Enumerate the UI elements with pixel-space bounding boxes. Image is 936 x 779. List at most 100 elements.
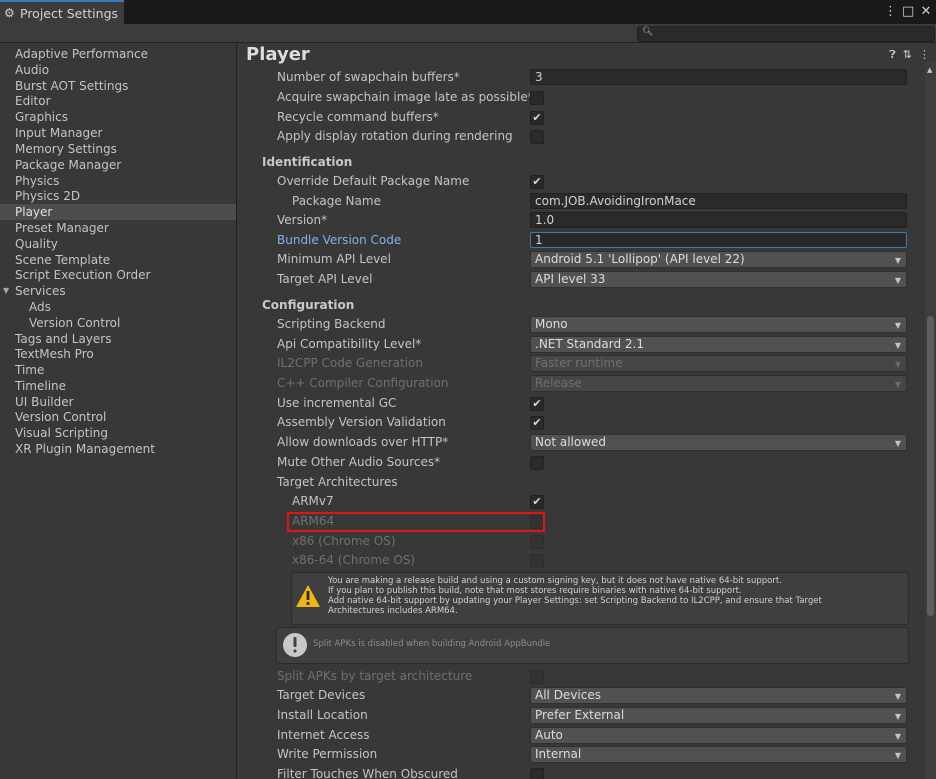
maximize-icon[interactable]: □	[902, 4, 914, 19]
sidebar-item-physics[interactable]: Physics	[0, 173, 236, 189]
row-target-devices: Target Devices All Devices ▼	[237, 686, 917, 706]
target-api-dropdown[interactable]: API level 33 ▼	[530, 271, 907, 288]
row-recycle-buffers: Recycle command buffers* ✔	[237, 108, 917, 128]
internet-access-dropdown[interactable]: Auto ▼	[530, 727, 907, 744]
row-x86: x86 (Chrome OS)	[237, 532, 917, 552]
armv7-checkbox[interactable]: ✔	[530, 495, 544, 509]
sidebar-item-time[interactable]: Time	[0, 362, 236, 378]
sidebar-item-services[interactable]: ▼ Services	[0, 283, 236, 299]
row-x86-64: x86-64 (Chrome OS)	[237, 551, 917, 571]
incremental-gc-checkbox[interactable]: ✔	[530, 397, 544, 411]
row-version: Version* 1.0	[237, 211, 917, 231]
preset-icon[interactable]: ⇅	[903, 48, 912, 62]
scrollbar-thumb[interactable]	[927, 316, 934, 616]
row-acquire-late: Acquire swapchain image late as possible…	[237, 88, 917, 108]
sidebar-item-quality[interactable]: Quality	[0, 236, 236, 252]
x86-64-checkbox	[530, 554, 544, 568]
warning-box: You are making a release build and using…	[291, 572, 909, 625]
info-box: Split APKs is disabled when building And…	[276, 627, 909, 664]
row-assembly-validation: Assembly Version Validation ✔	[237, 413, 917, 433]
sidebar-item-memory-settings[interactable]: Memory Settings	[0, 141, 236, 157]
swapchain-buffers-field[interactable]: 3	[530, 69, 907, 85]
scroll-up-icon[interactable]: ▲	[927, 66, 932, 74]
target-devices-dropdown[interactable]: All Devices ▼	[530, 687, 907, 704]
sidebar-item-services-version-control[interactable]: Version Control	[0, 315, 236, 331]
row-bundle-code: Bundle Version Code 1	[237, 231, 917, 251]
sidebar-item-player[interactable]: Player	[0, 204, 236, 220]
chevron-down-icon: ▼	[894, 341, 901, 350]
chevron-down-icon: ▼	[894, 256, 901, 265]
sidebar-item-xr-plugin-management[interactable]: XR Plugin Management	[0, 441, 236, 457]
row-write-permission: Write Permission Internal ▼	[237, 745, 917, 765]
write-permission-dropdown[interactable]: Internal ▼	[530, 746, 907, 763]
arm64-highlight-box	[287, 512, 545, 532]
warning-icon	[296, 585, 320, 607]
sidebar-item-package-manager[interactable]: Package Manager	[0, 157, 236, 173]
row-display-rotation: Apply display rotation during rendering	[237, 127, 917, 147]
row-package-name: Package Name com.JOB.AvoidingIronMace	[237, 192, 917, 212]
assembly-validation-checkbox[interactable]: ✔	[530, 416, 544, 430]
close-icon[interactable]: ✕	[920, 4, 932, 19]
display-rotation-checkbox[interactable]	[530, 130, 544, 144]
sidebar-item-version-control[interactable]: Version Control	[0, 409, 236, 425]
package-name-field[interactable]: com.JOB.AvoidingIronMace	[530, 193, 907, 209]
sidebar-item-graphics[interactable]: Graphics	[0, 109, 236, 125]
split-apks-checkbox	[530, 670, 544, 684]
header-icons: ❓︎ ⇅ ⋮	[889, 48, 930, 62]
row-override-package: Override Default Package Name ✔	[237, 172, 917, 192]
sidebar-item-textmesh-pro[interactable]: TextMesh Pro	[0, 346, 236, 362]
install-location-dropdown[interactable]: Prefer External ▼	[530, 707, 907, 724]
sidebar-item-audio[interactable]: Audio	[0, 62, 236, 78]
chevron-down-icon: ▼	[894, 380, 901, 389]
sidebar-item-input-manager[interactable]: Input Manager	[0, 125, 236, 141]
expand-arrow-icon[interactable]: ▼	[3, 283, 9, 299]
warning-text: You are making a release build and using…	[328, 576, 822, 616]
info-icon	[283, 633, 307, 657]
http-downloads-dropdown[interactable]: Not allowed ▼	[530, 434, 907, 451]
api-compat-dropdown[interactable]: .NET Standard 2.1 ▼	[530, 336, 907, 353]
sidebar-item-ui-builder[interactable]: UI Builder	[0, 394, 236, 410]
search-icon: 🔍︎	[642, 27, 654, 37]
sidebar-item-script-execution-order[interactable]: Script Execution Order	[0, 267, 236, 283]
more-icon[interactable]: ⋮	[919, 48, 930, 62]
sidebar-item-preset-manager[interactable]: Preset Manager	[0, 220, 236, 236]
sidebar-item-timeline[interactable]: Timeline	[0, 378, 236, 394]
sidebar-item-editor[interactable]: Editor	[0, 93, 236, 109]
vertical-scrollbar[interactable]: ▲	[925, 62, 936, 779]
row-cpp-config: C++ Compiler Configuration Release ▼	[237, 374, 917, 394]
tab-title: Project Settings	[20, 5, 119, 21]
sidebar-item-physics-2d[interactable]: Physics 2D	[0, 188, 236, 204]
section-identification: Identification	[262, 155, 353, 169]
search-input[interactable]: 🔍︎	[637, 26, 935, 42]
row-filter-touches: Filter Touches When Obscured	[237, 765, 917, 779]
scripting-backend-dropdown[interactable]: Mono ▼	[530, 316, 907, 333]
sidebar-item-ads[interactable]: Ads	[0, 299, 236, 315]
recycle-buffers-checkbox[interactable]: ✔	[530, 111, 544, 125]
sidebar-item-scene-template[interactable]: Scene Template	[0, 252, 236, 268]
row-mute-audio: Mute Other Audio Sources*	[237, 453, 917, 473]
row-install-location: Install Location Prefer External ▼	[237, 706, 917, 726]
more-options-icon[interactable]: ⋮	[884, 4, 897, 19]
override-package-checkbox[interactable]: ✔	[530, 175, 544, 189]
gear-icon: ⚙	[4, 6, 15, 20]
help-icon[interactable]: ❓︎	[889, 48, 896, 62]
sidebar-item-visual-scripting[interactable]: Visual Scripting	[0, 425, 236, 441]
row-api-compat: Api Compatibility Level* .NET Standard 2…	[237, 335, 917, 355]
chevron-down-icon: ▼	[894, 712, 901, 721]
tab-project-settings[interactable]: ⚙ Project Settings	[0, 0, 124, 24]
mute-audio-checkbox[interactable]	[530, 456, 544, 470]
sidebar-item-adaptive-performance[interactable]: Adaptive Performance	[0, 46, 236, 62]
chevron-down-icon: ▼	[894, 692, 901, 701]
info-text: Split APKs is disabled when building And…	[313, 639, 551, 649]
row-target-arch: Target Architectures	[277, 475, 398, 489]
version-field[interactable]: 1.0	[530, 212, 907, 228]
filter-touches-checkbox[interactable]	[530, 768, 544, 779]
sidebar-item-burst-aot[interactable]: Burst AOT Settings	[0, 78, 236, 94]
acquire-late-checkbox[interactable]	[530, 91, 544, 105]
min-api-dropdown[interactable]: Android 5.1 'Lollipop' (API level 22) ▼	[530, 251, 907, 268]
title-bar: ⚙ Project Settings ⋮ □ ✕	[0, 0, 936, 24]
sidebar-item-tags-and-layers[interactable]: Tags and Layers	[0, 331, 236, 347]
bundle-code-field[interactable]: 1	[530, 232, 907, 248]
chevron-down-icon: ▼	[894, 732, 901, 741]
row-incremental-gc: Use incremental GC ✔	[237, 394, 917, 414]
